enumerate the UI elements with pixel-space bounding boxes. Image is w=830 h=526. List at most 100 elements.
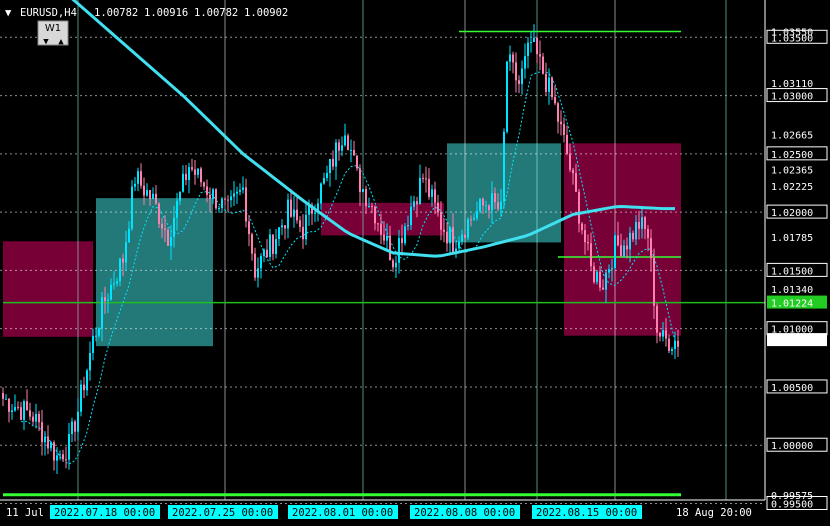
- bear-candle: [26, 401, 28, 411]
- price-label: 1.02665: [771, 131, 813, 142]
- timeframe-widget[interactable]: W1 ▼ ▲: [37, 20, 69, 47]
- bear-candle: [518, 80, 520, 84]
- timeframe-down-icon[interactable]: ▼: [43, 37, 49, 47]
- bear-candle: [554, 97, 556, 104]
- bear-candle: [8, 398, 10, 412]
- price-tick-label: 1.02500: [771, 150, 813, 161]
- bull-candle: [314, 212, 316, 214]
- bull-candle: [671, 348, 673, 351]
- bear-candle: [38, 413, 40, 423]
- menu-chevron-icon[interactable]: ▼: [5, 7, 12, 19]
- bear-candle: [62, 454, 64, 460]
- bear-candle: [572, 169, 574, 174]
- bull-candle: [98, 328, 100, 336]
- bear-candle: [656, 305, 658, 333]
- time-label: 18 Aug 20:00: [676, 507, 752, 519]
- bear-candle: [422, 177, 424, 179]
- bull-candle: [287, 199, 289, 229]
- green-level-label: 1.01224: [771, 299, 813, 310]
- bull-candle: [419, 177, 421, 205]
- bull-candle: [188, 167, 190, 180]
- bear-candle: [29, 410, 31, 417]
- bear-candle: [266, 249, 268, 257]
- bear-candle: [668, 338, 670, 351]
- bull-candle: [119, 258, 121, 282]
- bear-candle: [200, 168, 202, 183]
- bear-candle: [470, 219, 472, 221]
- bull-candle: [449, 227, 451, 244]
- bear-candle: [143, 185, 145, 196]
- bull-candle: [611, 268, 613, 270]
- bull-candle: [323, 177, 325, 184]
- bear-candle: [545, 73, 547, 92]
- bull-candle: [137, 171, 139, 184]
- bear-candle: [536, 37, 538, 55]
- price-label: 1.02365: [771, 166, 813, 177]
- bear-candle: [167, 229, 169, 246]
- bear-candle: [158, 203, 160, 224]
- bull-candle: [56, 455, 58, 461]
- bull-candle: [86, 370, 88, 391]
- bear-candle: [650, 238, 652, 259]
- bear-candle: [338, 142, 340, 151]
- bear-candle: [359, 168, 361, 193]
- bull-candle: [410, 206, 412, 226]
- low-price: 1.00782: [194, 7, 238, 19]
- bull-candle: [605, 272, 607, 290]
- bear-candle: [164, 228, 166, 230]
- bull-candle: [107, 299, 109, 301]
- bull-candle: [362, 188, 364, 193]
- bear-candle: [644, 217, 646, 230]
- bull-candle: [110, 284, 112, 300]
- price-tick-label: 1.03000: [771, 92, 813, 103]
- bull-candle: [404, 226, 406, 244]
- bull-candle: [173, 217, 175, 238]
- chart-header: ▼ EURUSD,H4 1.00782 1.00916 1.00782 1.00…: [5, 7, 288, 19]
- bear-candle: [380, 223, 382, 235]
- bear-candle: [512, 54, 514, 63]
- bull-candle: [485, 205, 487, 207]
- timeframe-up-icon[interactable]: ▲: [58, 37, 64, 47]
- bull-candle: [92, 335, 94, 354]
- bear-candle: [347, 135, 349, 151]
- bear-candle: [122, 258, 124, 263]
- bear-candle: [593, 266, 595, 283]
- price-axis: 1.035001.030001.025001.020001.015001.010…: [764, 0, 830, 526]
- bear-candle: [254, 253, 256, 278]
- bull-candle: [146, 190, 148, 196]
- time-label: 2022.08.08 00:00: [414, 507, 515, 519]
- bear-candle: [599, 271, 601, 288]
- bull-candle: [623, 245, 625, 257]
- bull-candle: [413, 201, 415, 207]
- bear-candle: [17, 407, 19, 409]
- bear-candle: [155, 193, 157, 204]
- price-tick-label: 1.02000: [771, 208, 813, 219]
- bull-candle: [509, 54, 511, 62]
- bear-candle: [104, 297, 106, 301]
- bear-candle: [566, 134, 568, 154]
- price-chart[interactable]: 1.035001.030001.025001.020001.015001.010…: [0, 0, 830, 526]
- bull-candle: [341, 145, 343, 151]
- time-label: 2022.08.01 00:00: [292, 507, 393, 519]
- bear-candle: [224, 198, 226, 200]
- bull-candle: [461, 234, 463, 242]
- bear-candle: [20, 407, 22, 420]
- bear-candle: [47, 436, 49, 449]
- bear-candle: [446, 231, 448, 244]
- bull-candle: [458, 241, 460, 249]
- bear-candle: [377, 223, 379, 225]
- bear-candle: [632, 232, 634, 240]
- bull-candle: [503, 131, 505, 202]
- bear-candle: [353, 149, 355, 156]
- bear-candle: [41, 422, 43, 443]
- current-price-label: 1.00902: [771, 336, 813, 347]
- bear-candle: [209, 194, 211, 199]
- bear-candle: [371, 206, 373, 208]
- bear-candle: [626, 245, 628, 250]
- bull-candle: [407, 225, 409, 227]
- bull-candle: [230, 196, 232, 201]
- bear-candle: [149, 190, 151, 200]
- bull-candle: [218, 208, 220, 210]
- bull-candle: [14, 407, 16, 411]
- bear-candle: [620, 245, 622, 257]
